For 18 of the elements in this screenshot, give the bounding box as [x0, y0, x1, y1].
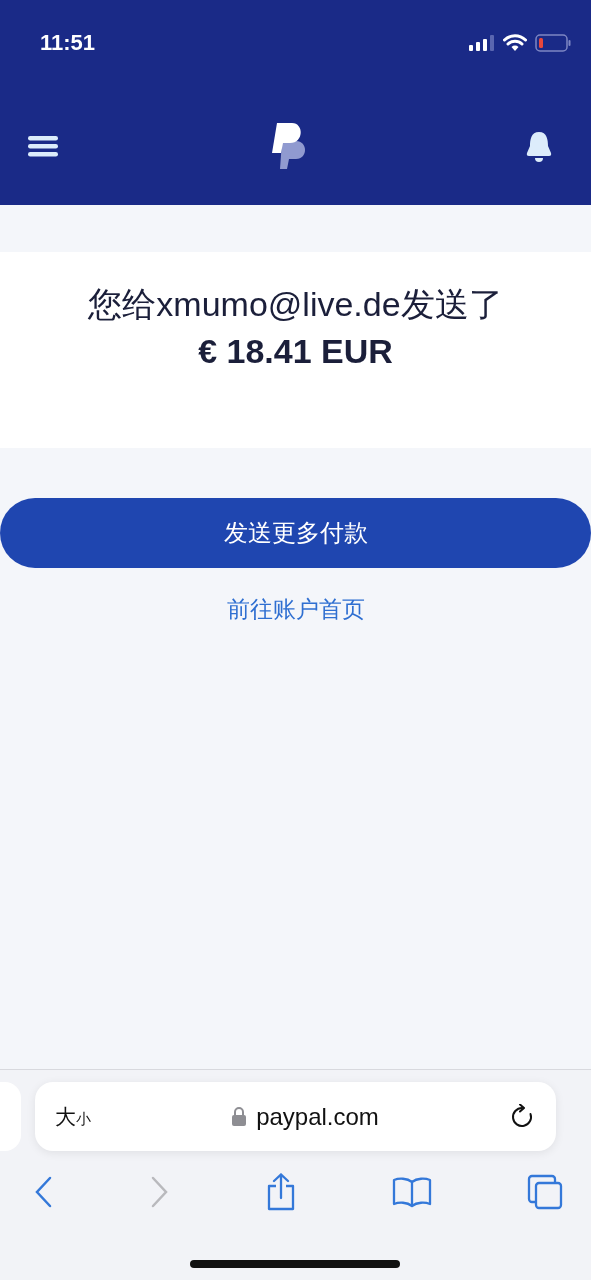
reload-icon[interactable]	[510, 1103, 534, 1130]
book-icon[interactable]	[391, 1176, 432, 1208]
notifications-icon[interactable]	[525, 129, 553, 162]
url-text: paypal.com	[256, 1102, 379, 1131]
payment-amount: € 18.41 EUR	[198, 332, 393, 371]
text-size-button[interactable]: 大小	[55, 1102, 91, 1131]
confirmation-message: 您给xmumo@live.de发送了	[88, 284, 503, 325]
status-time: 11:51	[40, 30, 96, 56]
signal-icon	[469, 35, 495, 51]
tabs-icon[interactable]	[527, 1174, 563, 1210]
send-more-button[interactable]: 发送更多付款	[0, 498, 591, 568]
menu-icon[interactable]	[28, 134, 58, 157]
wifi-icon	[503, 34, 527, 52]
back-icon[interactable]	[34, 1176, 54, 1208]
battery-icon	[535, 34, 571, 52]
account-home-link[interactable]: 前往账户首页	[226, 594, 365, 625]
lock-icon	[232, 1107, 247, 1126]
address-bar[interactable]: 大小 paypal.com	[35, 1082, 556, 1151]
